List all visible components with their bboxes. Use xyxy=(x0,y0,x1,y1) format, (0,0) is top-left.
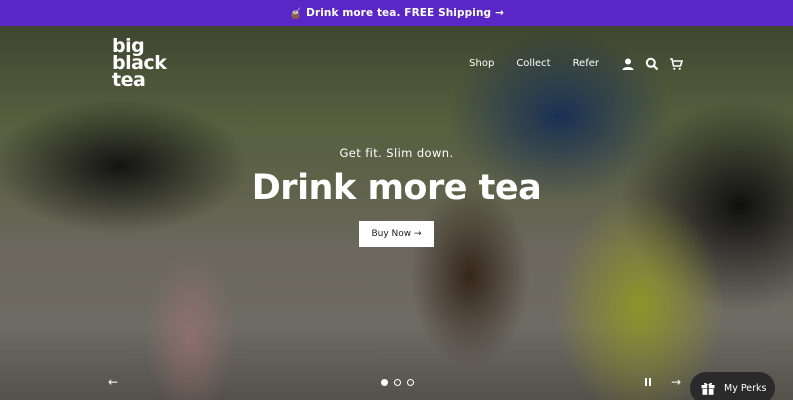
announcement-text: Drink more tea. FREE Shipping xyxy=(306,7,492,19)
arrow-right-icon: → xyxy=(495,7,505,19)
perks-label: My Perks xyxy=(724,382,767,394)
account-icon[interactable] xyxy=(621,56,635,70)
slider-dot[interactable] xyxy=(381,379,388,386)
search-icon[interactable] xyxy=(645,56,659,71)
hero-content: Get fit. Slim down. Drink more tea Buy N… xyxy=(0,146,793,247)
my-perks-button[interactable]: My Perks xyxy=(690,372,775,400)
nav-shop[interactable]: Shop xyxy=(469,58,494,69)
nav-refer[interactable]: Refer xyxy=(573,58,599,69)
announcement-bar[interactable]: 🧉 Drink more tea. FREE Shipping → xyxy=(0,0,793,26)
slider-next-arrow-icon[interactable]: → xyxy=(671,375,681,389)
logo-line: tea xyxy=(112,69,146,91)
pause-icon[interactable] xyxy=(644,378,652,386)
hero-headline: Drink more tea xyxy=(251,168,542,208)
cart-icon[interactable] xyxy=(669,56,684,70)
gift-icon xyxy=(700,380,716,396)
buy-now-button[interactable]: Buy Now → xyxy=(359,221,434,247)
main-nav: Shop Collect Refer xyxy=(469,56,684,71)
slider-prev-arrow-icon[interactable]: ← xyxy=(108,375,118,389)
site-logo[interactable]: big black tea xyxy=(112,37,167,91)
hero-banner: big black tea Shop Collect Refer Get fit… xyxy=(0,26,793,400)
slider-dots xyxy=(381,379,414,386)
slider-dot[interactable] xyxy=(407,379,414,386)
nav-collect[interactable]: Collect xyxy=(516,58,550,69)
tea-emoji: 🧉 xyxy=(288,7,303,20)
slider-dot[interactable] xyxy=(394,379,401,386)
hero-subtitle: Get fit. Slim down. xyxy=(339,146,454,160)
